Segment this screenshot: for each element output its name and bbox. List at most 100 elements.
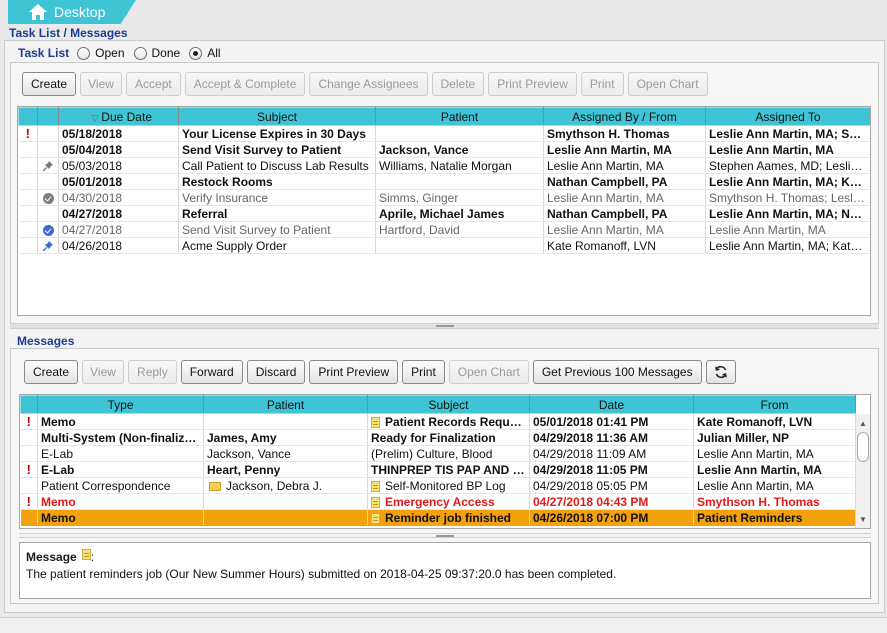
task-subject: Restock Rooms [178, 173, 376, 190]
desktop-tab[interactable]: Desktop [8, 0, 136, 24]
task-row[interactable]: 04/30/2018 Verify Insurance Simms, Ginger L… [18, 189, 870, 206]
scroll-up-icon[interactable]: ▲ [856, 416, 870, 430]
task-col-subject[interactable]: Subject [178, 107, 376, 126]
msg-flag-cell [20, 429, 38, 446]
task-assigned-by: Leslie Ann Martin, MA [543, 189, 706, 206]
message-row[interactable]: Memo Reminder job finished 04/26/2018 07:0… [20, 509, 856, 526]
message-row[interactable]: Patient Correspondence Jackson, Debra J. S… [20, 477, 856, 494]
msg-col-flag[interactable] [20, 395, 38, 414]
msg-col-date[interactable]: Date [529, 395, 694, 414]
task-assigned-by: Leslie Ann Martin, MA [543, 157, 706, 174]
task-accept-button[interactable]: Accept [126, 72, 181, 96]
filter-open[interactable]: Open [77, 46, 125, 60]
task-assigned-to: Smythson H. Thomas; Leslie... [705, 189, 870, 206]
msg-col-from[interactable]: From [693, 395, 856, 414]
msg-flag-cell [20, 509, 38, 526]
msg-create-button[interactable]: Create [24, 360, 79, 384]
task-row[interactable]: 05/04/2018 Send Visit Survey to Patient Ja… [18, 141, 870, 158]
msg-print-preview-button[interactable]: Print Preview [309, 360, 399, 384]
msg-from: Smythson H. Thomas [693, 493, 856, 510]
task-status-cell [37, 221, 59, 238]
msg-type: Memo [37, 493, 204, 510]
sort-indicator-icon: ▽ [91, 112, 99, 123]
panel-splitter[interactable] [10, 323, 879, 329]
message-row[interactable]: ! Memo Emergency Access 04/27/2018 04:43 PM… [20, 493, 856, 510]
task-assigned-to: Leslie Ann Martin, MA [705, 141, 870, 158]
messages-scrollbar[interactable]: ▲ ▼ [855, 414, 870, 528]
msg-discard-button[interactable]: Discard [246, 360, 306, 384]
task-row[interactable]: 05/03/2018 Call Patient to Discuss Lab Re… [18, 157, 870, 174]
task-assigned-by: Nathan Campbell, PA [543, 205, 706, 222]
task-flag-cell: ! [18, 125, 38, 142]
task-status-cell [37, 173, 59, 190]
msg-print-button[interactable]: Print [402, 360, 445, 384]
task-row[interactable]: 04/26/2018 Acme Supply Order Kate Romanoff… [18, 237, 870, 254]
task-view-button[interactable]: View [80, 72, 123, 96]
task-patient [375, 125, 544, 142]
task-status-cell [37, 205, 59, 222]
msg-col-type[interactable]: Type [37, 395, 204, 414]
task-col-patient[interactable]: Patient [375, 107, 544, 126]
msg-patient [203, 493, 368, 510]
radio-done[interactable] [133, 46, 147, 60]
msg-subject: (Prelim) Culture, Blood [367, 445, 530, 462]
msg-view-button[interactable]: View [82, 360, 125, 384]
scroll-thumb[interactable] [857, 432, 869, 462]
task-row[interactable]: 04/27/2018 Send Visit Survey to Patient Ha… [18, 221, 870, 238]
scroll-down-icon[interactable]: ▼ [856, 512, 870, 526]
message-row[interactable]: ! Memo Patient Records Request 05/01/2018 0… [20, 413, 856, 430]
msg-from: Julian Miller, NP [693, 429, 856, 446]
folder-icon [209, 481, 221, 491]
task-patient [375, 237, 544, 254]
task-row[interactable]: 04/27/2018 Referral Aprile, Michael James N… [18, 205, 870, 222]
msg-date: 04/29/2018 05:05 PM [529, 477, 694, 494]
refresh-button[interactable] [705, 360, 736, 384]
msg-forward-button[interactable]: Forward [180, 360, 243, 384]
task-assigned-by: Leslie Ann Martin, MA [543, 141, 706, 158]
msg-open-chart-button[interactable]: Open Chart [448, 360, 529, 384]
msg-patient: Jackson, Debra J. [203, 477, 368, 494]
task-status-cell [37, 189, 59, 206]
msg-type: Patient Correspondence [37, 477, 204, 494]
task-col-assigned-to[interactable]: Assigned To [705, 107, 870, 126]
priority-icon: ! [26, 462, 31, 477]
task-col-status[interactable] [37, 107, 59, 126]
task-flag-cell [18, 205, 38, 222]
note-icon [371, 416, 380, 428]
task-print-preview-button[interactable]: Print Preview [488, 72, 577, 96]
filter-all[interactable]: All [189, 46, 221, 60]
task-row[interactable]: 05/01/2018 Restock Rooms Nathan Campbell, … [18, 173, 870, 190]
msg-reply-button[interactable]: Reply [128, 360, 177, 384]
task-create-button[interactable]: Create [22, 72, 77, 96]
task-subject: Acme Supply Order [178, 237, 376, 254]
task-print-button[interactable]: Print [580, 72, 624, 96]
task-accept-complete-button[interactable]: Accept & Complete [184, 72, 306, 96]
msg-type: Multi-System (Non-finalized) [37, 429, 204, 446]
msg-type: E-Lab [37, 445, 204, 462]
msg-get-previous-button[interactable]: Get Previous 100 Messages [532, 360, 702, 384]
message-detail-label: Message [26, 549, 77, 564]
messages-splitter[interactable] [19, 533, 871, 538]
accepted-check-icon [42, 224, 54, 236]
msg-col-subject[interactable]: Subject [367, 395, 530, 414]
task-col-flag[interactable] [18, 107, 38, 126]
task-change-assignees-button[interactable]: Change Assignees [309, 72, 428, 96]
message-row[interactable]: ! E-Lab Heart, Penny THINPREP TIS PAP AND C… [20, 461, 856, 478]
task-subject: Send Visit Survey to Patient [178, 141, 376, 158]
message-row[interactable]: Multi-System (Non-finalized) James, Amy Re… [20, 429, 856, 446]
task-open-chart-button[interactable]: Open Chart [627, 72, 708, 96]
task-row[interactable]: ! 05/18/2018 Your License Expires in 30 Da… [18, 125, 870, 142]
radio-open[interactable] [77, 46, 91, 60]
msg-col-patient[interactable]: Patient [203, 395, 368, 414]
task-col-assigned-by[interactable]: Assigned By / From [543, 107, 706, 126]
message-row[interactable]: E-Lab Jackson, Vance (Prelim) Culture, Blo… [20, 445, 856, 462]
messages-table-header: Type Patient Subject Date From [20, 395, 856, 414]
task-filter: Task List Open Done All [18, 45, 230, 61]
task-col-due-date[interactable]: ▽ Due Date [58, 107, 179, 126]
task-delete-button[interactable]: Delete [431, 72, 485, 96]
radio-all[interactable] [189, 46, 203, 60]
filter-done[interactable]: Done [133, 46, 180, 60]
task-subject: Your License Expires in 30 Days [178, 125, 376, 142]
priority-icon: ! [25, 126, 30, 141]
task-due-date: 05/04/2018 [58, 141, 179, 158]
